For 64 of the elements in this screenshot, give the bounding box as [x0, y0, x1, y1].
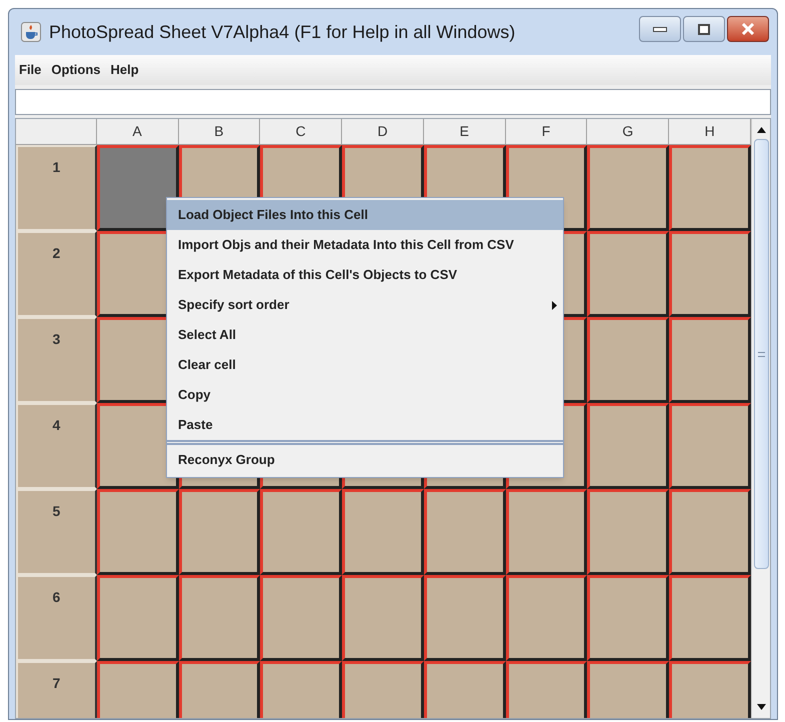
table-cell[interactable] [669, 145, 751, 231]
table-cell[interactable] [587, 403, 670, 489]
scroll-up-icon[interactable] [756, 127, 766, 133]
context-menu-item[interactable]: Specify sort order [167, 290, 563, 320]
column-header[interactable]: B [178, 119, 260, 145]
scrollbar[interactable] [751, 119, 770, 718]
column-header[interactable]: E [424, 119, 506, 145]
menu-item[interactable]: File [19, 60, 42, 80]
column-header[interactable]: G [587, 119, 670, 145]
column-header[interactable]: C [260, 119, 342, 145]
context-menu-item[interactable]: Copy [167, 380, 563, 410]
row-header[interactable]: 4 [16, 403, 97, 489]
scroll-thumb[interactable] [754, 139, 768, 569]
table-cell[interactable] [669, 403, 751, 489]
menu-item[interactable]: Help [110, 60, 139, 80]
table-cell[interactable] [587, 489, 670, 575]
close-icon [741, 23, 755, 35]
table-cell[interactable] [178, 575, 260, 661]
table-cell[interactable] [669, 231, 751, 317]
table-cell[interactable] [260, 575, 342, 661]
column-header[interactable]: F [506, 119, 588, 145]
table-cell[interactable] [587, 145, 670, 231]
row-header[interactable]: 7 [16, 661, 97, 718]
submenu-arrow-icon [552, 300, 557, 310]
context-menu-item[interactable]: Import Objs and their Metadata Into this Cell from CSV [167, 230, 563, 260]
table-cell[interactable] [260, 489, 342, 575]
table-cell[interactable] [669, 575, 751, 661]
row-header[interactable]: 1 [16, 145, 97, 231]
table-cell[interactable] [424, 489, 506, 575]
row-header[interactable]: 3 [16, 317, 97, 403]
context-menu-item[interactable]: Clear cell [167, 350, 563, 380]
close-button[interactable] [727, 16, 769, 42]
menu-item[interactable]: Options [51, 60, 101, 80]
formula-field[interactable] [15, 89, 771, 115]
column-header[interactable]: A [96, 119, 179, 145]
table-cell[interactable] [96, 489, 179, 575]
coffee-cup-icon [21, 22, 41, 42]
table-cell[interactable] [587, 231, 670, 317]
table-cell[interactable] [669, 317, 751, 403]
row-header[interactable]: 6 [16, 575, 97, 661]
table-cell[interactable] [587, 575, 670, 661]
table-cell[interactable] [424, 575, 506, 661]
table-cell[interactable] [178, 489, 260, 575]
table-cell[interactable] [342, 575, 424, 661]
table-cell[interactable] [587, 317, 670, 403]
table-cell[interactable] [96, 575, 179, 661]
table-cell[interactable] [506, 489, 588, 575]
table-cell[interactable] [669, 489, 751, 575]
table-cell[interactable] [342, 489, 424, 575]
window-title: PhotoSpread Sheet V7Alpha4 (F1 for Help in all Windows) [49, 20, 516, 44]
scroll-down-icon[interactable] [756, 704, 766, 710]
context-menu-item[interactable]: Load Object Files Into this Cell [167, 200, 563, 230]
row-header[interactable]: 2 [16, 231, 97, 317]
row-header[interactable]: 5 [16, 489, 97, 575]
column-header[interactable]: D [342, 119, 424, 145]
minimize-button[interactable] [639, 16, 681, 42]
table-cell[interactable] [506, 575, 588, 661]
context-menu-item[interactable]: Paste [167, 410, 563, 440]
context-menu-item[interactable]: Export Metadata of this Cell's Objects to CSV [167, 260, 563, 290]
context-menu-item[interactable]: Select All [167, 320, 563, 350]
context-menu-item[interactable]: Reconyx Group [167, 440, 563, 475]
maximize-button[interactable] [683, 16, 725, 42]
column-header[interactable]: H [669, 119, 751, 145]
table-cell[interactable] [96, 145, 179, 231]
